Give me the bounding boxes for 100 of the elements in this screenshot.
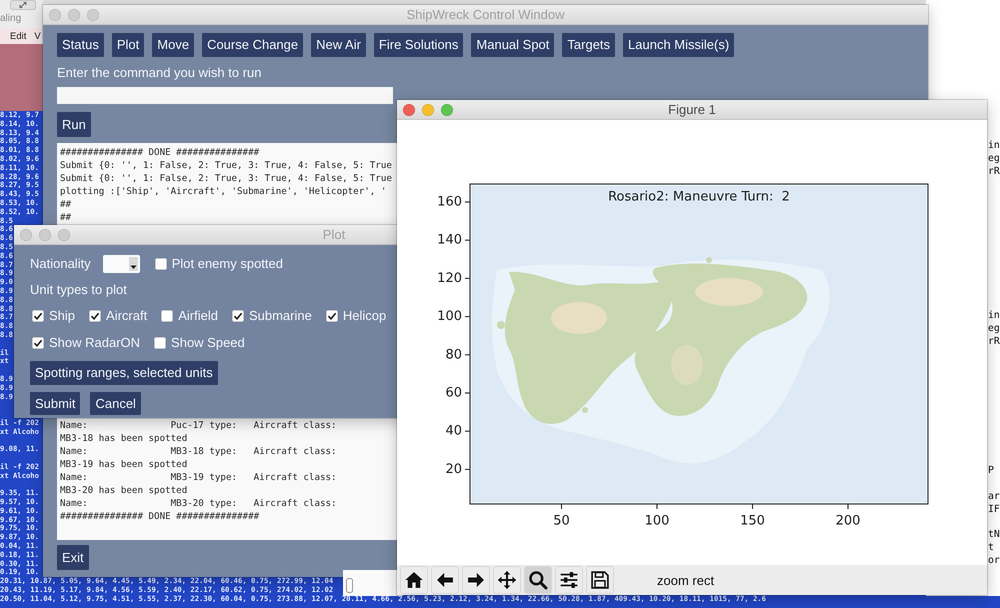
axis-tick-label: 150	[740, 514, 765, 528]
checkbox[interactable]	[326, 310, 338, 322]
rounded-rectangle-icon	[346, 578, 353, 593]
command-button[interactable]: New Air	[311, 33, 366, 57]
menu-item[interactable]: V	[34, 30, 41, 42]
console-line: ##	[60, 198, 72, 211]
tick-mark	[561, 504, 562, 510]
tick-mark	[464, 354, 470, 356]
pan-button[interactable]	[493, 566, 521, 594]
console-line: Name: Puc-17 type: Aircraft class:	[60, 419, 337, 432]
tick-mark	[464, 392, 470, 394]
checkbox-label: Aircraft	[106, 308, 148, 324]
status-message: zoom rect	[657, 572, 714, 588]
dialog-button[interactable]: Cancel	[90, 392, 141, 415]
terminal-line: rR	[988, 165, 1000, 178]
command-button[interactable]: Manual Spot	[471, 33, 554, 57]
minimize-button[interactable]	[422, 104, 434, 116]
console-line: Name: MB3-19 type: Aircraft class:	[60, 471, 337, 484]
home-button[interactable]	[400, 566, 428, 594]
console-line: ############### DONE ###############	[60, 146, 260, 159]
window-title: Figure 1	[668, 102, 716, 117]
axis-tick-label: 140	[437, 232, 462, 248]
command-button[interactable]: Move	[152, 33, 194, 57]
dropdown[interactable]	[102, 255, 140, 273]
toolbar-label: aling	[0, 13, 22, 25]
forward-button[interactable]	[462, 566, 490, 594]
axis-tick-label: 20	[445, 462, 462, 477]
terminal-line: eg	[988, 322, 1000, 335]
prompt-label: Enter the command you wish to run	[57, 65, 262, 80]
command-button[interactable]: Launch Missile(s)	[623, 33, 734, 57]
terminal-line: P	[988, 464, 994, 477]
save-icon	[590, 570, 610, 590]
field-label: Nationality	[30, 256, 91, 272]
checkmark-icon	[33, 338, 43, 348]
axis-tick-label: 200	[836, 514, 860, 528]
terminal-line: rR	[988, 335, 1000, 348]
checkbox[interactable]	[32, 310, 44, 322]
section-label: Unit types to plot	[30, 282, 127, 298]
terminal-line: or	[988, 554, 1000, 567]
magnifier-icon	[528, 570, 548, 590]
axis-tick-label: 100	[437, 309, 462, 324]
console-line: Name: MB3-18 type: Aircraft class:	[60, 445, 337, 458]
checkbox[interactable]	[89, 310, 102, 322]
checkmark-icon	[33, 311, 43, 321]
home-icon	[404, 570, 424, 590]
axis-tick-label: 160	[437, 194, 462, 210]
terminal-line: in	[988, 139, 1000, 152]
terminal-line: ar	[988, 490, 1000, 503]
spotting-ranges-button[interactable]: Spotting ranges, selected units	[30, 361, 218, 385]
console-line: ############### DONE ###############	[60, 510, 260, 523]
plot-title: Rosario2: Maneuvre Turn: 2	[608, 190, 790, 204]
four-way-arrows-icon	[497, 570, 517, 590]
checkbox-label: Show RadarON	[49, 335, 140, 351]
checkbox[interactable]	[161, 310, 174, 322]
tick-mark	[752, 504, 753, 510]
checkmark-icon	[232, 311, 243, 321]
maximize-button[interactable]	[441, 104, 453, 116]
window-title: Plot	[322, 227, 346, 242]
save-button[interactable]	[586, 566, 614, 594]
checkmark-icon	[90, 311, 100, 321]
terminal-line: t	[988, 541, 994, 554]
tick-mark	[656, 504, 658, 510]
terminal-line: IF	[988, 503, 1000, 516]
close-button[interactable]	[403, 104, 415, 116]
checkbox[interactable]	[232, 310, 244, 322]
checkbox[interactable]	[154, 258, 167, 270]
zoom-button[interactable]	[524, 566, 552, 594]
command-button[interactable]: Fire Solutions	[374, 33, 464, 57]
terminal-line: tN	[988, 528, 1000, 541]
exit-button[interactable]: Exit	[57, 545, 89, 570]
diagonal-arrows-icon[interactable]	[10, 0, 36, 10]
command-button[interactable]: Targets	[562, 33, 616, 57]
tick-mark	[464, 468, 470, 470]
checkbox-label: Show Speed	[171, 335, 245, 351]
configure-button[interactable]	[555, 566, 583, 594]
menu-item[interactable]: Edit	[10, 30, 26, 42]
checkmark-icon	[326, 311, 337, 321]
console-line: MB3-19 has been spotted	[60, 458, 188, 471]
command-button[interactable]: Status	[57, 33, 104, 57]
run-button[interactable]: Run	[57, 112, 91, 137]
console-line: Submit {0: '', 1: False, 2: True, 3: True, 4: False, 5: True	[60, 159, 392, 172]
console-line: ##	[60, 211, 72, 224]
axis-tick-label: 100	[644, 514, 670, 528]
command-button[interactable]: Plot	[112, 33, 144, 57]
tick-mark	[464, 240, 470, 241]
command-input[interactable]	[57, 87, 393, 104]
dialog-button[interactable]: Submit	[30, 392, 80, 415]
checkbox-label: Airfield	[178, 308, 218, 324]
console-line: plotting :['Ship', 'Aircraft', 'Submarine', 'Helicopter', '	[60, 185, 386, 198]
checkbox[interactable]	[154, 337, 166, 349]
console-line: Name: MB3-20 type: Aircraft class:	[60, 497, 337, 510]
caret-icon	[128, 257, 138, 271]
axis-tick-label: 50	[553, 514, 570, 528]
terminal-line: in	[988, 309, 1000, 322]
checkbox-label: Helicop	[342, 308, 386, 324]
command-button[interactable]: Course Change	[202, 33, 304, 57]
checkbox-label: Ship	[49, 308, 76, 324]
back-button[interactable]	[431, 566, 459, 594]
checkbox[interactable]	[32, 337, 44, 349]
console-line: MB3-20 has been spotted	[60, 484, 188, 497]
